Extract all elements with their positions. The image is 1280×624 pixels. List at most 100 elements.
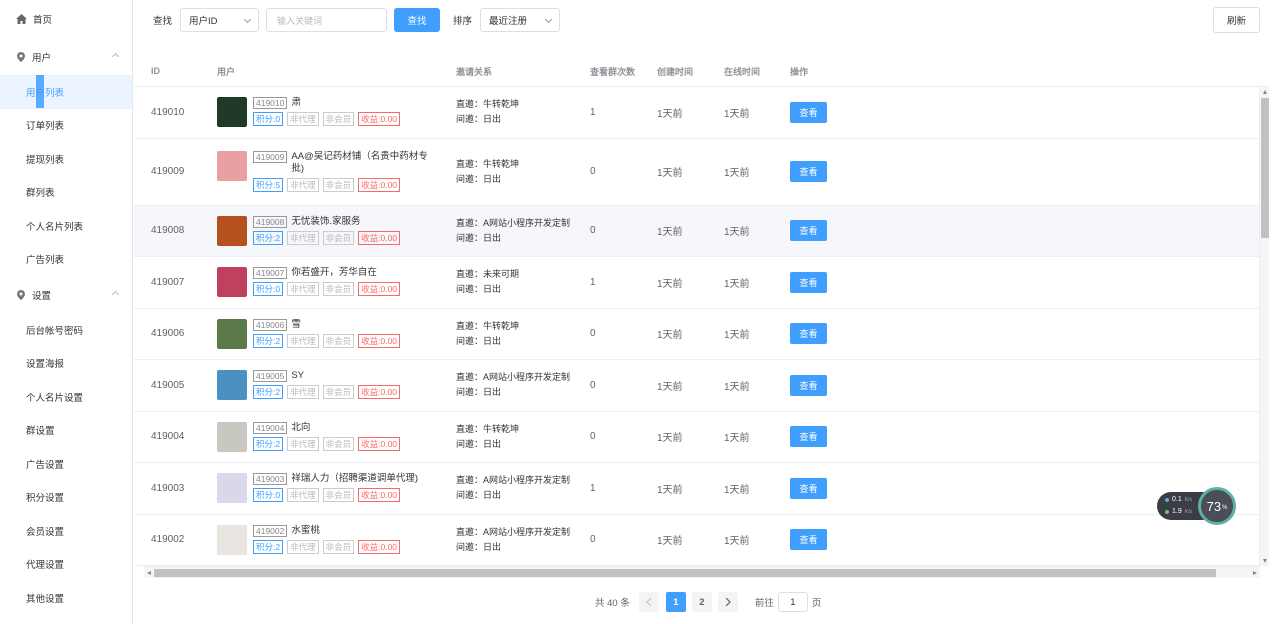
scrollbar-thumb[interactable]	[1261, 98, 1269, 238]
table-row[interactable]: 419007 419007 你若盛开，芳华自在 积分:0 非代理 非会员 收益:0.00 直邀…	[134, 257, 1269, 309]
view-button[interactable]: 查看	[790, 220, 827, 242]
sidebar-item-user-list[interactable]: 用户列表	[0, 75, 132, 109]
sidebar-item-agent-settings[interactable]: 代理设置	[0, 548, 132, 582]
invite-info: 直邀：牛转乾坤 间邀：日出	[456, 99, 574, 125]
sort-select[interactable]: 最近注册	[480, 8, 561, 32]
avatar[interactable]	[217, 97, 247, 128]
sidebar-item-card-settings[interactable]: 个人名片设置	[0, 380, 132, 414]
upload-unit: K/s	[1184, 496, 1192, 503]
table-row[interactable]: 419010 419010 肃积分:0 非代理 非会员 收益:0.00 直邀：牛转乾坤 间邀：…	[134, 87, 1269, 139]
table-row[interactable]: 419004 419004 北向 积分:2 非代理 非会员 收益:0.00 直邀：牛转乾坤 间邀…	[134, 412, 1269, 463]
header-online[interactable]: 在线时间	[708, 65, 774, 78]
avatar[interactable]	[217, 267, 247, 298]
user-cell: 419009 AA@吴记药材铺（名贵中药材专批) 积分:5 非代理 非会员 收益:0.00	[217, 151, 440, 192]
sidebar-group-users[interactable]: 用户	[0, 38, 132, 75]
table-row[interactable]: 419005 419005 SY 积分:2 非代理 非会员 收益:0.00 直邀：A网站小程序…	[134, 360, 1269, 412]
sidebar-item-admin-password[interactable]: 后台帐号密码	[0, 313, 132, 347]
cell-invite: 直邀：牛转乾坤 间邀：日出	[440, 321, 574, 347]
direct-invite: 直邀：牛转乾坤	[456, 158, 520, 169]
table-row[interactable]: 419002 419002 水蜜桃 积分:2 非代理 非会员 收益:0.00 直邀：A网站小程…	[134, 515, 1269, 566]
avatar[interactable]	[217, 524, 247, 555]
avatar[interactable]	[217, 318, 247, 349]
view-button[interactable]: 查看	[790, 477, 827, 499]
header-created[interactable]: 创建时间	[641, 65, 708, 78]
avatar[interactable]	[217, 215, 247, 246]
user-tags: 积分:2 非代理 非会员 收益:0.00	[253, 230, 401, 245]
view-button[interactable]: 查看	[790, 529, 827, 551]
cell-created: 1天前	[657, 484, 683, 496]
sidebar-item-group-settings[interactable]: 群设置	[0, 414, 132, 448]
vertical-scrollbar[interactable]	[1259, 87, 1269, 566]
table-row[interactable]: 419008 419008 无忧装饰.家服务 积分:2 非代理 非会员 收益:0.00 直邀：…	[134, 205, 1269, 257]
cell-online: 1天前	[724, 330, 750, 342]
sidebar-item-ad-list[interactable]: 广告列表	[0, 243, 132, 277]
avatar[interactable]	[217, 421, 247, 452]
view-button[interactable]: 查看	[790, 426, 827, 448]
sidebar-item-poster[interactable]: 设置海报	[0, 347, 132, 381]
user-name-line: 419002 水蜜桃	[253, 524, 400, 537]
scrollbar-thumb[interactable]	[154, 569, 1216, 577]
sidebar-item-order-list[interactable]: 订单列表	[0, 109, 132, 143]
chevron-up-icon	[111, 290, 120, 298]
cell-invite: 直邀：A网站小程序开发定制 间邀：日出	[440, 527, 574, 553]
sidebar-item-points-settings[interactable]: 积分设置	[0, 481, 132, 515]
cell-id: 419006	[151, 328, 185, 340]
goto-prefix: 前往	[754, 598, 774, 609]
scroll-left-arrow-icon[interactable]	[147, 570, 151, 575]
scroll-up-arrow-icon[interactable]	[1263, 90, 1267, 94]
sidebar-item-other-settings[interactable]: 其他设置	[0, 581, 132, 615]
cell-actions: 查看	[774, 529, 854, 551]
table-row[interactable]: 419009 419009 AA@吴记药材铺（名贵中药材专批) 积分:5 非代理 非会员收…	[134, 139, 1269, 206]
table-row[interactable]: 419003 419003 祥瑞人力（招聘渠道调单代理) 积分:0 非代理 非会员 收益:0…	[134, 463, 1269, 515]
cell-invite: 直邀：牛转乾坤 间邀：日出	[440, 159, 574, 185]
memory-usage-gauge[interactable]: 73%	[1198, 487, 1236, 525]
sidebar-item-home[interactable]: 首页	[0, 0, 132, 38]
sidebar-item-ad-settings[interactable]: 广告设置	[0, 447, 132, 481]
sidebar-item-label: 个人名片列表	[26, 221, 84, 233]
header-user[interactable]: 用户	[201, 65, 440, 78]
sidebar-item-card-list[interactable]: 个人名片列表	[0, 209, 132, 243]
header-invite[interactable]: 邀请关系	[440, 65, 574, 78]
horizontal-scrollbar[interactable]	[144, 566, 1260, 578]
scroll-down-arrow-icon[interactable]	[1263, 559, 1267, 563]
header-id[interactable]: ID	[134, 66, 201, 76]
view-button[interactable]: 查看	[790, 271, 827, 293]
keyword-input[interactable]: 输入关键词	[266, 8, 388, 32]
sidebar-item-group-list[interactable]: 群列表	[0, 176, 132, 210]
sidebar-item-member-settings[interactable]: 会员设置	[0, 514, 132, 548]
points-tag: 积分:0	[253, 488, 284, 503]
sidebar-item-withdraw-list[interactable]: 提现列表	[0, 142, 132, 176]
chevron-right-icon	[725, 598, 731, 606]
view-button[interactable]: 查看	[790, 323, 827, 345]
avatar[interactable]	[217, 370, 247, 401]
search-field-select[interactable]: 用户ID	[180, 8, 260, 32]
view-button[interactable]: 查看	[790, 101, 827, 123]
header-view-count[interactable]: 查看群次数	[574, 65, 641, 78]
view-button[interactable]: 查看	[790, 374, 827, 396]
table-row[interactable]: 419006 419006 雪积分:2 非代理 非会员 收益:0.00 直邀：牛转乾坤 间邀：…	[134, 309, 1269, 360]
sidebar-group-settings[interactable]: 设置	[0, 276, 132, 313]
income-tag: 收益:0.00	[358, 539, 401, 554]
search-button[interactable]: 查找	[394, 8, 441, 32]
download-unit: K/s	[1184, 508, 1192, 515]
agent-tag: 非代理	[287, 282, 319, 297]
page-1-button[interactable]: 1	[665, 592, 686, 612]
member-tag: 非会员	[322, 112, 355, 127]
refresh-button[interactable]: 刷新	[1213, 7, 1260, 33]
user-name: 北向	[291, 421, 311, 433]
points-tag: 积分:5	[253, 178, 284, 192]
cell-online: 1天前	[724, 536, 750, 548]
network-speed-widget[interactable]: 0.1 K/s 1.9 K/s 73%	[1157, 487, 1237, 525]
cell-user: 419008 无忧装饰.家服务 积分:2 非代理 非会员 收益:0.00	[201, 215, 440, 246]
goto-page-input[interactable]: 1	[777, 592, 808, 612]
next-page-button[interactable]	[717, 592, 738, 612]
cell-actions: 查看	[774, 101, 854, 123]
avatar[interactable]	[217, 473, 247, 504]
member-tag: 非会员	[322, 282, 355, 297]
prev-page-button[interactable]	[638, 592, 659, 612]
scroll-right-arrow-icon[interactable]	[1253, 570, 1257, 575]
view-button[interactable]: 查看	[790, 161, 827, 182]
cell-user: 419005 SY 积分:2 非代理 非会员 收益:0.00	[201, 370, 440, 401]
avatar[interactable]	[217, 151, 247, 181]
page-2-button[interactable]: 2	[691, 592, 712, 612]
